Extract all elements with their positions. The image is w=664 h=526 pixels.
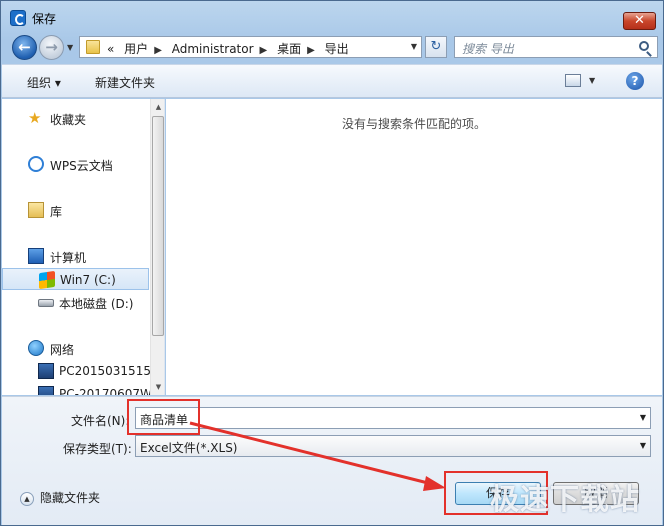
hide-folders-label: 隐藏文件夹 xyxy=(40,491,101,505)
navigation-bar: ← → ▼ « 用户 ▶ Administrator ▶ 桌面 ▶ 导出 ▼ ↻ 搜索… xyxy=(8,34,658,60)
chevron-right-icon[interactable]: ▶ xyxy=(260,45,268,56)
network-pc-icon xyxy=(38,363,54,379)
sidebar-scrollbar[interactable]: ▲ ▼ xyxy=(150,99,164,395)
save-dialog: 保存 ✕ ← → ▼ « 用户 ▶ Administrator ▶ 桌面 ▶ 导出 ▼… xyxy=(0,0,664,526)
sidebar-item-wps-cloud[interactable]: WPS云文档 xyxy=(2,153,149,175)
sidebar-item-favorites[interactable]: ★ 收藏夹 xyxy=(2,107,149,129)
command-bar: 组织 ▾ 新建文件夹 ▼ ? xyxy=(2,64,662,98)
search-icon[interactable] xyxy=(639,41,649,51)
window-title: 保存 xyxy=(32,12,57,26)
app-icon xyxy=(10,10,26,26)
search-input[interactable]: 搜索 导出 xyxy=(454,36,658,58)
chevron-right-icon[interactable]: ▶ xyxy=(307,45,315,56)
refresh-button[interactable]: ↻ xyxy=(425,36,447,58)
new-folder-button[interactable]: 新建文件夹 xyxy=(95,74,155,91)
library-icon xyxy=(28,202,44,218)
address-dropdown-icon[interactable]: ▼ xyxy=(411,42,417,51)
network-icon xyxy=(28,340,44,356)
breadcrumb-item-desktop[interactable]: 桌面 xyxy=(277,42,301,56)
forward-button[interactable]: → xyxy=(39,35,64,60)
breadcrumb-item-users[interactable]: 用户 xyxy=(124,42,148,56)
scroll-up-icon[interactable]: ▲ xyxy=(151,99,164,115)
sidebar-item-label: 收藏夹 xyxy=(50,113,87,127)
computer-icon xyxy=(28,248,44,264)
filename-dropdown-icon[interactable]: ▼ xyxy=(640,413,646,422)
sidebar-item-network-pc-2[interactable]: PC-20170607W xyxy=(2,383,152,395)
sidebar-item-label: 计算机 xyxy=(50,251,87,265)
navigation-pane: ★ 收藏夹 WPS云文档 库 计算机 Win7 (C:) 本地磁盘 (D:) 网… xyxy=(2,99,165,395)
scroll-thumb[interactable] xyxy=(152,116,164,336)
sidebar-item-label: PC20150315153 xyxy=(59,364,159,378)
breadcrumb-overflow[interactable]: « xyxy=(107,42,114,56)
sidebar-item-label: 本地磁盘 (D:) xyxy=(59,297,134,311)
sidebar-item-label: WPS云文档 xyxy=(50,159,113,173)
sidebar-item-network-pc-1[interactable]: PC20150315153 xyxy=(2,360,159,382)
breadcrumb-item-export[interactable]: 导出 xyxy=(325,42,349,56)
title-bar: 保存 ✕ xyxy=(1,1,663,33)
close-button[interactable]: ✕ xyxy=(623,12,656,30)
filetype-select[interactable]: Excel文件(*.XLS) ▼ xyxy=(135,435,651,457)
organize-button[interactable]: 组织 ▾ xyxy=(27,74,61,91)
star-icon: ★ xyxy=(28,109,42,127)
hide-folders-toggle[interactable]: ▲ 隐藏文件夹 xyxy=(20,489,100,506)
sidebar-item-drive-c[interactable]: Win7 (C:) xyxy=(2,268,149,290)
watermark: 极速下载站 xyxy=(490,482,641,516)
help-button[interactable]: ? xyxy=(626,72,644,90)
scroll-down-icon[interactable]: ▼ xyxy=(151,379,164,395)
filetype-label: 保存类型(T): xyxy=(63,442,132,456)
sidebar-item-label: 网络 xyxy=(50,343,75,357)
recent-locations-dropdown-icon[interactable]: ▼ xyxy=(67,43,73,52)
sidebar-item-label: Win7 (C:) xyxy=(60,273,116,287)
view-options-icon[interactable] xyxy=(565,74,581,87)
sidebar-item-label: 库 xyxy=(50,205,63,219)
sidebar-item-drive-d[interactable]: 本地磁盘 (D:) xyxy=(2,291,149,313)
back-button[interactable]: ← xyxy=(12,35,37,60)
disk-icon xyxy=(38,299,54,307)
sidebar-item-computer[interactable]: 计算机 xyxy=(2,245,149,267)
breadcrumb: « 用户 ▶ Administrator ▶ 桌面 ▶ 导出 xyxy=(107,40,355,57)
chevron-right-icon[interactable]: ▶ xyxy=(154,45,162,56)
windows-drive-icon xyxy=(39,270,55,290)
filename-label: 文件名(N): xyxy=(71,414,130,428)
filetype-value: Excel文件(*.XLS) xyxy=(140,441,238,455)
filename-input[interactable]: 商品清单 ▼ xyxy=(135,407,651,429)
filename-value: 商品清单 xyxy=(140,413,189,427)
sidebar-item-library[interactable]: 库 xyxy=(2,199,149,221)
filetype-dropdown-icon[interactable]: ▼ xyxy=(640,441,646,450)
network-pc-icon xyxy=(38,386,54,395)
empty-message: 没有与搜索条件匹配的项。 xyxy=(341,117,486,131)
sidebar-item-network[interactable]: 网络 xyxy=(2,337,149,359)
file-list[interactable]: 没有与搜索条件匹配的项。 xyxy=(166,99,662,395)
address-bar[interactable]: « 用户 ▶ Administrator ▶ 桌面 ▶ 导出 ▼ xyxy=(79,36,422,58)
chevron-up-icon: ▲ xyxy=(20,491,34,506)
cloud-icon xyxy=(28,156,44,172)
breadcrumb-item-administrator[interactable]: Administrator xyxy=(172,42,254,56)
folder-icon xyxy=(86,40,100,54)
search-placeholder: 搜索 导出 xyxy=(462,42,514,56)
view-dropdown-icon[interactable]: ▼ xyxy=(589,76,595,85)
sidebar-item-label: PC-20170607W xyxy=(59,387,152,395)
